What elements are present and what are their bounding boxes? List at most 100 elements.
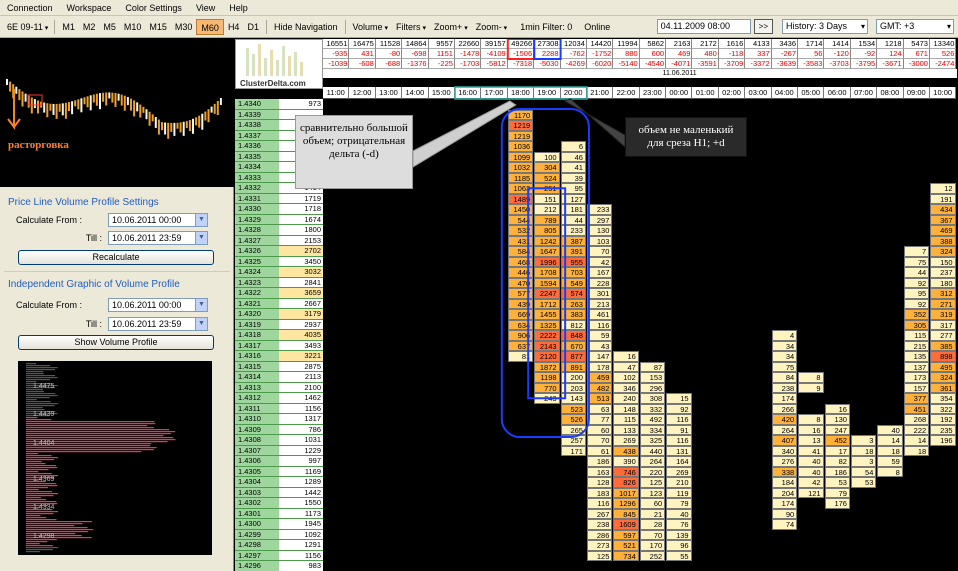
gmt-select[interactable]: GMT: +3 [876,19,954,34]
menu-connection[interactable]: Connection [0,3,60,13]
cluster-cell[interactable]: 264 [771,424,798,435]
cluster-cell[interactable]: 116 [587,498,613,509]
cluster-cell[interactable]: 3 [851,456,877,467]
cluster-cell[interactable]: 76 [666,519,692,530]
cluster-cell[interactable]: 812 [560,319,586,330]
cluster-cell[interactable]: 385 [930,340,956,351]
chevron-down-icon[interactable]: ▼ [195,232,207,244]
cluster-cell[interactable]: 116 [666,435,692,446]
cluster-cell[interactable]: 14 [877,435,903,446]
cluster-cell[interactable]: 898 [930,351,956,362]
cluster-cell[interactable]: 95 [560,183,586,194]
cluster-cell[interactable]: 251 [534,183,560,194]
cluster-cell[interactable]: 324 [930,372,956,383]
cluster-cell[interactable]: 2247 [534,288,560,299]
cluster-cell[interactable]: 34 [771,351,798,362]
cluster-cell[interactable]: 325 [639,435,666,446]
cluster-cell[interactable]: 269 [666,466,692,477]
cluster-cell[interactable]: 8 [877,466,903,477]
cluster-cell[interactable]: 440 [639,445,666,456]
cluster-cell[interactable]: 634 [507,319,534,330]
cluster-cell[interactable]: 8 [798,372,824,383]
cluster-cell[interactable]: 826 [613,477,639,488]
cluster-cell[interactable]: 237 [930,267,956,278]
tf-h4-button[interactable]: H4 [224,19,244,35]
cluster-cell[interactable]: 174 [771,498,798,509]
cluster-cell[interactable]: 53 [851,477,877,488]
cluster-cell[interactable]: 544 [507,214,534,225]
cluster-cell[interactable]: 180 [930,277,956,288]
cluster-cell[interactable]: 470 [507,277,534,288]
cluster-cell[interactable]: 1198 [534,372,560,383]
cluster-cell[interactable]: 332 [639,403,666,414]
cluster-cell[interactable]: 186 [824,466,850,477]
cluster-cell[interactable]: 34 [771,340,798,351]
cluster-cell[interactable]: 103 [587,235,613,246]
cluster-cell[interactable]: 438 [613,445,639,456]
menu-help[interactable]: Help [222,3,255,13]
symbol-dropdown[interactable]: 6E 09-11 [4,19,51,35]
cluster-cell[interactable]: 319 [930,309,956,320]
cluster-cell[interactable]: 12 [930,183,956,194]
cluster-cell[interactable]: 150 [930,256,956,267]
cluster-cell[interactable]: 15 [666,393,692,404]
cluster-cell[interactable]: 495 [930,361,956,372]
hide-navigation-button[interactable]: Hide Navigation [270,19,342,35]
cluster-cell[interactable]: 308 [639,393,666,404]
volume-dropdown[interactable]: Volume [349,19,393,35]
cluster-cell[interactable]: 352 [903,309,930,320]
cluster-cell[interactable]: 46 [560,151,586,162]
cluster-cell[interactable]: 451 [903,403,930,414]
cluster-cell[interactable]: 40 [666,508,692,519]
cluster-cell[interactable]: 28 [639,519,666,530]
cluster-cell[interactable]: 55 [666,550,692,561]
cluster-cell[interactable]: 139 [666,529,692,540]
cluster-cell[interactable]: 100 [534,151,560,162]
cluster-cell[interactable]: 54 [851,466,877,477]
cluster-cell[interactable]: 47 [613,361,639,372]
cluster-cell[interactable]: 317 [930,319,956,330]
cluster-cell[interactable]: 891 [560,361,586,372]
cluster-cell[interactable]: 130 [824,414,850,425]
chevron-down-icon[interactable]: ▼ [195,214,207,226]
cluster-cell[interactable]: 584 [507,246,534,257]
cluster-cell[interactable]: 1489 [507,193,534,204]
cluster-cell[interactable]: 243 [534,393,560,404]
cluster-cell[interactable]: 233 [560,225,586,236]
cluster-cell[interactable]: 1219 [507,130,534,141]
cluster-cell[interactable]: 1032 [507,162,534,173]
cluster-cell[interactable]: 848 [560,330,586,341]
cluster-cell[interactable]: 170 [639,540,666,551]
cluster-cell[interactable]: 183 [587,487,613,498]
cluster-cell[interactable]: 532 [507,225,534,236]
cluster-cell[interactable]: 74 [771,519,798,530]
cluster-cell[interactable]: 574 [560,288,586,299]
cluster-cell[interactable]: 167 [587,267,613,278]
cluster-cell[interactable]: 1219 [507,120,534,131]
menu-workspace[interactable]: Workspace [60,3,119,13]
cluster-cell[interactable]: 338 [771,466,798,477]
cluster-cell[interactable]: 252 [639,550,666,561]
cluster-cell[interactable]: 1609 [613,519,639,530]
cluster-cell[interactable]: 127 [560,193,586,204]
history-select[interactable]: History: 3 Days [782,19,868,34]
cluster-cell[interactable]: 276 [771,456,798,467]
calc-from-picker-2[interactable]: 10.06.2011 00:00 ▼ [108,298,208,312]
cluster-cell[interactable]: 59 [877,456,903,467]
cluster-cell[interactable]: 955 [560,256,586,267]
cluster-cell[interactable]: 273 [587,540,613,551]
calc-from-picker[interactable]: 10.06.2011 00:00 ▼ [108,213,208,227]
cluster-cell[interactable]: 18 [877,445,903,456]
cluster-cell[interactable]: 265 [560,424,586,435]
cluster-cell[interactable]: 192 [930,414,956,425]
cluster-cell[interactable]: 521 [613,540,639,551]
cluster-cell[interactable]: 789 [534,214,560,225]
cluster-cell[interactable]: 461 [587,309,613,320]
cluster-cell[interactable]: 324 [930,246,956,257]
cluster-cell[interactable]: 178 [587,361,613,372]
cluster-cell[interactable]: 312 [930,288,956,299]
cluster-cell[interactable]: 524 [534,172,560,183]
mini-price-chart[interactable]: расторговка [0,39,234,187]
cluster-cell[interactable]: 91 [666,424,692,435]
till-picker[interactable]: 10.06.2011 23:59 ▼ [108,231,208,245]
